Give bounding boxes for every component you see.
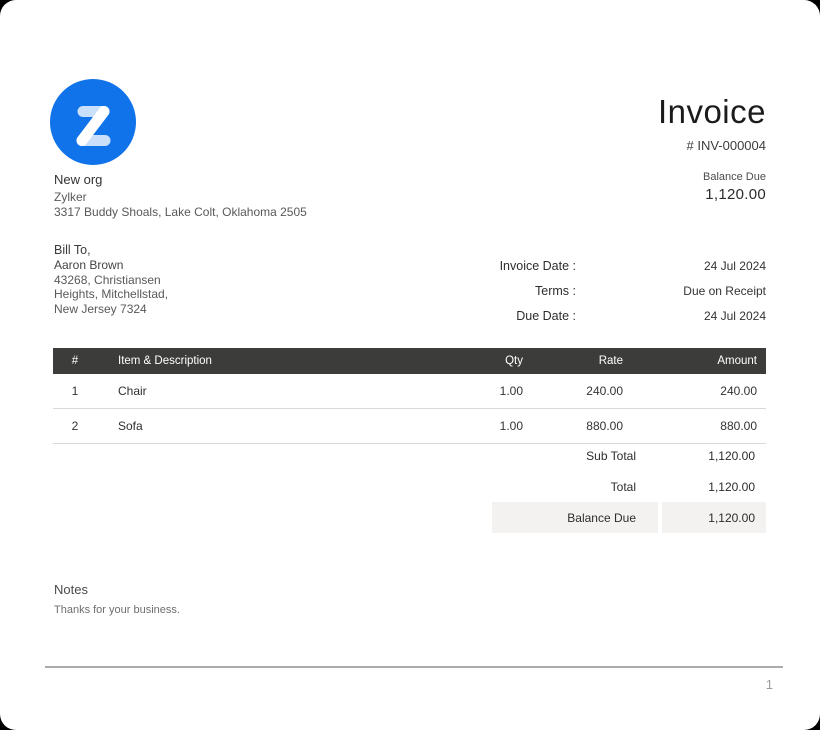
col-header-amount: Amount (631, 348, 766, 374)
balance-due-row-label: Balance Due (492, 502, 658, 533)
col-header-item-description: Item & Description (97, 348, 441, 374)
invoice-title: Invoice (658, 94, 766, 130)
item-qty: 1.00 (441, 374, 531, 409)
invoice-date-label: Invoice Date : (476, 259, 576, 273)
total-row: Total 1,120.00 (492, 471, 766, 502)
item-name: Chair (97, 374, 441, 409)
page-number: 1 (766, 677, 773, 692)
col-header-qty: Qty (441, 348, 531, 374)
due-date-row: Due Date : 24 Jul 2024 (476, 309, 766, 323)
table-row: 2 Sofa 1.00 880.00 880.00 (53, 409, 766, 444)
item-amount: 240.00 (631, 374, 766, 409)
balance-due-row-value: 1,120.00 (662, 502, 766, 533)
notes-label: Notes (54, 582, 180, 597)
balance-due-summary: Balance Due 1,120.00 (703, 171, 766, 203)
balance-due-row: Balance Due 1,120.00 (492, 502, 766, 533)
col-header-number: # (53, 348, 97, 374)
line-items-table: # Item & Description Qty Rate Amount 1 C… (53, 348, 766, 444)
company-org: Zylker (54, 190, 307, 205)
balance-due-label: Balance Due (703, 171, 766, 183)
zylker-logo-icon (50, 79, 136, 165)
company-logo (50, 79, 136, 165)
table-row: 1 Chair 1.00 240.00 240.00 (53, 374, 766, 409)
bill-to-address-line: Heights, Mitchellstad, (54, 287, 168, 302)
footer-divider (45, 666, 783, 668)
item-rate: 240.00 (531, 374, 631, 409)
company-address: 3317 Buddy Shoals, Lake Colt, Oklahoma 2… (54, 205, 307, 220)
item-rate: 880.00 (531, 409, 631, 444)
invoice-header: Invoice # INV-000004 (658, 94, 766, 153)
due-date-value: 24 Jul 2024 (576, 309, 766, 323)
terms-value: Due on Receipt (576, 284, 766, 298)
bill-to-address-line: 43268, Christiansen (54, 273, 168, 288)
item-name: Sofa (97, 409, 441, 444)
item-amount: 880.00 (631, 409, 766, 444)
subtotal-value: 1,120.00 (662, 440, 766, 471)
invoice-date-value: 24 Jul 2024 (576, 259, 766, 273)
bill-to-name: Aaron Brown (54, 258, 168, 273)
invoice-document: New org Zylker 3317 Buddy Shoals, Lake C… (0, 0, 820, 730)
bill-to-label: Bill To, (54, 243, 168, 258)
notes-text: Thanks for your business. (54, 604, 180, 616)
terms-row: Terms : Due on Receipt (476, 284, 766, 298)
company-name: New org (54, 172, 307, 187)
bill-to-section: Bill To, Aaron Brown 43268, Christiansen… (54, 243, 168, 316)
item-qty: 1.00 (441, 409, 531, 444)
due-date-label: Due Date : (476, 309, 576, 323)
subtotal-label: Sub Total (492, 440, 658, 471)
invoice-details: Invoice Date : 24 Jul 2024 Terms : Due o… (476, 259, 766, 334)
balance-due-amount: 1,120.00 (703, 186, 766, 203)
bill-to-address-line: New Jersey 7324 (54, 302, 168, 317)
item-number: 1 (53, 374, 97, 409)
total-label: Total (492, 471, 658, 502)
total-value: 1,120.00 (662, 471, 766, 502)
terms-label: Terms : (476, 284, 576, 298)
invoice-number: # INV-000004 (658, 138, 766, 153)
invoice-date-row: Invoice Date : 24 Jul 2024 (476, 259, 766, 273)
table-header-row: # Item & Description Qty Rate Amount (53, 348, 766, 374)
item-number: 2 (53, 409, 97, 444)
company-info: New org Zylker 3317 Buddy Shoals, Lake C… (54, 172, 307, 220)
subtotal-row: Sub Total 1,120.00 (492, 440, 766, 471)
notes-section: Notes Thanks for your business. (54, 582, 180, 616)
totals-section: Sub Total 1,120.00 Total 1,120.00 Balanc… (492, 440, 766, 533)
col-header-rate: Rate (531, 348, 631, 374)
